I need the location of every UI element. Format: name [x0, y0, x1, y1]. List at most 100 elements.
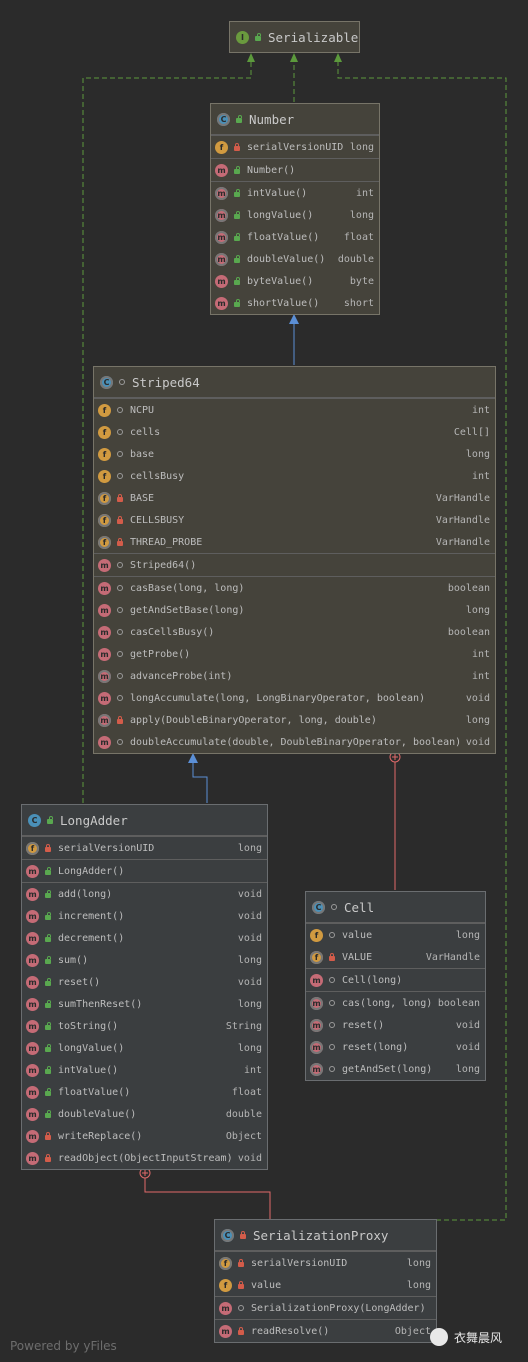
method-row[interactable]: m casCellsBusy() boolean — [94, 621, 495, 643]
method-row[interactable]: m doubleAccumulate(double, DoubleBinaryOp… — [94, 731, 495, 753]
method-type: void — [465, 692, 490, 704]
field-row[interactable]: f serialVersionUID long — [211, 136, 379, 158]
field-row[interactable]: f cells Cell[] — [94, 421, 495, 443]
method-row[interactable]: m longValue() long — [211, 204, 379, 226]
method-type: long — [465, 714, 490, 726]
method-row[interactable]: m floatValue() float — [211, 226, 379, 248]
method-row[interactable]: m longAccumulate(long, LongBinaryOperator… — [94, 687, 495, 709]
method-name: intValue() — [58, 1064, 119, 1076]
longadder-class-box[interactable]: C LongAdder f serialVersionUID long m LongA… — [21, 804, 268, 1170]
abstract-method-icon: m — [215, 208, 228, 222]
method-name: sum() — [58, 954, 89, 966]
method-type: long — [237, 954, 262, 966]
method-row[interactable]: m apply(DoubleBinaryOperator, long, doubl… — [94, 709, 495, 731]
serializationproxy-class-box[interactable]: C SerializationProxy f serialVersionUID lo… — [214, 1219, 437, 1343]
field-row[interactable]: f NCPU int — [94, 399, 495, 421]
field-row[interactable]: f BASE VarHandle — [94, 487, 495, 509]
method-name: getAndSet(long) — [342, 1063, 433, 1075]
field-type: VarHandle — [435, 514, 490, 526]
method-icon: m — [26, 997, 39, 1011]
abstract-method-icon: m — [215, 230, 228, 244]
abstract-class-icon: C — [217, 112, 230, 126]
method-row[interactable]: m doubleValue() double — [22, 1103, 267, 1125]
method-name: doubleValue() — [58, 1108, 137, 1120]
package-private-icon — [115, 695, 124, 701]
package-private-icon — [327, 1000, 336, 1006]
field-row[interactable]: f base long — [94, 443, 495, 465]
private-icon — [238, 1230, 247, 1239]
wechat-logo-icon — [430, 1328, 448, 1346]
method-row[interactable]: m writeReplace() Object — [22, 1125, 267, 1147]
method-row[interactable]: m advanceProbe(int) int — [94, 665, 495, 687]
constructor-row[interactable]: m LongAdder() — [22, 860, 267, 882]
field-row[interactable]: f CELLSBUSY VarHandle — [94, 509, 495, 531]
field-row[interactable]: f VALUE VarHandle — [306, 946, 485, 968]
arrow-head — [334, 53, 342, 62]
method-row[interactable]: m shortValue() short — [211, 292, 379, 314]
private-icon — [115, 493, 124, 502]
constructor-row[interactable]: m Cell(long) — [306, 969, 485, 991]
method-row[interactable]: m byteValue() byte — [211, 270, 379, 292]
method-row[interactable]: m intValue() int — [22, 1059, 267, 1081]
package-private-icon — [329, 904, 338, 910]
field-row[interactable]: f serialVersionUID long — [22, 837, 267, 859]
method-row[interactable]: m getProbe() int — [94, 643, 495, 665]
package-private-icon — [115, 562, 124, 568]
method-row[interactable]: m cas(long, long) boolean — [306, 992, 485, 1014]
method-type: byte — [349, 275, 374, 287]
static-field-icon: f — [98, 513, 111, 527]
field-row[interactable]: f THREAD_PROBE VarHandle — [94, 531, 495, 553]
method-type: double — [337, 253, 374, 265]
method-row[interactable]: m longValue() long — [22, 1037, 267, 1059]
package-private-icon — [327, 1022, 336, 1028]
method-row[interactable]: m add(long) void — [22, 883, 267, 905]
striped64-class-box[interactable]: C Striped64 f NCPU int f cells Cell[] f base l… — [93, 366, 496, 754]
serializable-interface-box[interactable]: I Serializable — [229, 21, 360, 53]
method-icon: m — [219, 1301, 232, 1315]
method-row[interactable]: m decrement() void — [22, 927, 267, 949]
method-row[interactable]: m getAndSetBase(long) long — [94, 599, 495, 621]
public-icon — [43, 977, 52, 986]
method-row[interactable]: m sumThenReset() long — [22, 993, 267, 1015]
method-row[interactable]: m getAndSet(long) long — [306, 1058, 485, 1080]
method-row[interactable]: m readObject(ObjectInputStream) void — [22, 1147, 267, 1169]
method-name: casCellsBusy() — [130, 626, 215, 638]
public-icon — [253, 32, 262, 41]
field-row[interactable]: f value long — [306, 924, 485, 946]
method-row[interactable]: m reset(long) void — [306, 1036, 485, 1058]
method-row[interactable]: m reset() void — [22, 971, 267, 993]
field-row[interactable]: f serialVersionUID long — [215, 1252, 436, 1274]
field-icon: f — [219, 1278, 232, 1292]
constructors-section: m Striped64() — [94, 553, 495, 576]
method-row[interactable]: m casBase(long, long) boolean — [94, 577, 495, 599]
constructor-row[interactable]: m SerializationProxy(LongAdder) — [215, 1297, 436, 1319]
method-row[interactable]: m sum() long — [22, 949, 267, 971]
cell-class-box[interactable]: C Cell f value long f VALUE VarHandle m Cell(… — [305, 891, 486, 1081]
constructor-row[interactable]: m Number() — [211, 159, 379, 181]
number-class-box[interactable]: C Number f serialVersionUID long m Numbe… — [210, 103, 380, 315]
method-row[interactable]: m floatValue() float — [22, 1081, 267, 1103]
method-name: apply(DoubleBinaryOperator, long, double… — [130, 714, 377, 726]
method-row[interactable]: m reset() void — [306, 1014, 485, 1036]
methods-section: m intValue() int m longValue() long m floatVa… — [211, 181, 379, 314]
method-icon: m — [98, 647, 111, 661]
method-row[interactable]: m toString() String — [22, 1015, 267, 1037]
method-row[interactable]: m increment() void — [22, 905, 267, 927]
field-row[interactable]: f cellsBusy int — [94, 465, 495, 487]
private-icon — [43, 1153, 52, 1162]
constructor-row[interactable]: m Striped64() — [94, 554, 495, 576]
field-row[interactable]: f value long — [215, 1274, 436, 1296]
final-method-icon: m — [310, 996, 323, 1010]
method-name: getProbe() — [130, 648, 191, 660]
method-row[interactable]: m intValue() int — [211, 182, 379, 204]
field-name: VALUE — [342, 951, 373, 963]
static-field-icon: f — [98, 535, 111, 549]
method-row[interactable]: m readResolve() Object — [215, 1320, 436, 1342]
final-method-icon: m — [310, 1062, 323, 1076]
method-row[interactable]: m doubleValue() double — [211, 248, 379, 270]
package-private-icon — [327, 977, 336, 983]
field-name: NCPU — [130, 404, 155, 416]
method-name: getAndSetBase(long) — [130, 604, 245, 616]
field-name: serialVersionUID — [251, 1257, 348, 1269]
fields-section: f serialVersionUID long f value long — [215, 1251, 436, 1296]
